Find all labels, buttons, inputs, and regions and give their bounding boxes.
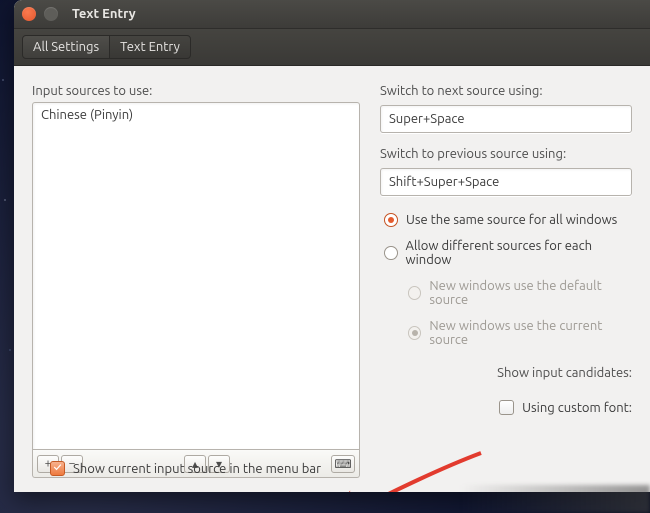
show-in-menu-label: Show current input source in the menu ba… bbox=[73, 462, 321, 476]
radio-icon bbox=[408, 286, 421, 300]
switch-prev-value: Shift+Super+Space bbox=[389, 175, 499, 189]
radio-diff-sources[interactable]: Allow different sources for each window bbox=[384, 239, 632, 267]
breadcrumb-text-entry[interactable]: Text Entry bbox=[109, 35, 191, 59]
keyboard-icon: ⌨ bbox=[334, 457, 351, 471]
switch-next-field[interactable]: Super+Space bbox=[380, 105, 632, 133]
breadcrumb-all-settings[interactable]: All Settings bbox=[22, 35, 110, 59]
radio-new-current: New windows use the current source bbox=[408, 319, 632, 347]
switch-prev-field[interactable]: Shift+Super+Space bbox=[380, 168, 632, 196]
radio-new-current-label: New windows use the current source bbox=[429, 319, 632, 347]
breadcrumb: All Settings Text Entry bbox=[14, 28, 650, 66]
show-in-menu-row[interactable]: Show current input source in the menu ba… bbox=[50, 461, 321, 476]
checkbox-icon bbox=[50, 461, 65, 476]
input-sources-list[interactable]: Chinese (Pinyin) bbox=[32, 102, 360, 450]
radio-same-source[interactable]: Use the same source for all windows bbox=[384, 213, 632, 227]
radio-new-default-label: New windows use the default source bbox=[429, 279, 632, 307]
radio-diff-label: Allow different sources for each window bbox=[406, 239, 632, 267]
close-icon[interactable] bbox=[22, 7, 36, 21]
using-custom-font-label: Using custom font: bbox=[522, 401, 632, 415]
settings-window: Text Entry All Settings Text Entry Input… bbox=[14, 0, 650, 492]
input-sources-heading: Input sources to use: bbox=[32, 84, 360, 98]
radio-same-label: Use the same source for all windows bbox=[406, 213, 617, 227]
minimize-icon[interactable] bbox=[44, 7, 58, 21]
show-candidates-label: Show input candidates: bbox=[497, 366, 632, 380]
switch-prev-label: Switch to previous source using: bbox=[380, 147, 632, 161]
radio-icon bbox=[408, 326, 421, 340]
titlebar[interactable]: Text Entry bbox=[14, 0, 650, 28]
list-item[interactable]: Chinese (Pinyin) bbox=[39, 107, 353, 123]
radio-new-default: New windows use the default source bbox=[408, 279, 632, 307]
keyboard-layout-button[interactable]: ⌨ bbox=[331, 455, 355, 473]
radio-icon bbox=[384, 213, 398, 227]
checkbox-icon bbox=[499, 400, 514, 415]
radio-icon bbox=[384, 246, 398, 260]
switch-next-value: Super+Space bbox=[389, 112, 465, 126]
window-title: Text Entry bbox=[72, 7, 136, 21]
switch-next-label: Switch to next source using: bbox=[380, 84, 632, 98]
using-custom-font-row[interactable]: Using custom font: bbox=[380, 400, 632, 415]
